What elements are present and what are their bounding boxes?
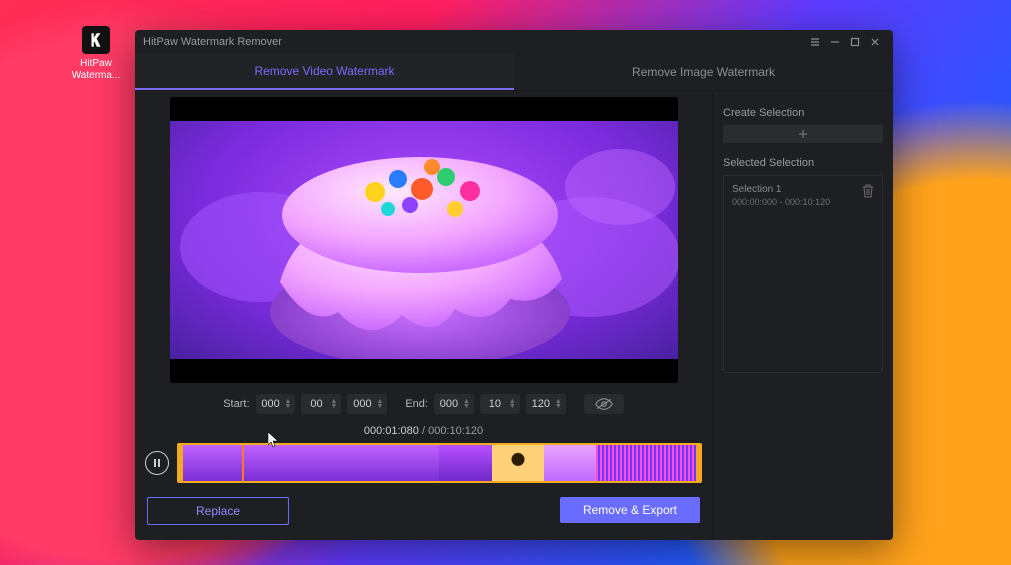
mode-tabs: Remove Video Watermark Remove Image Wate… [135,54,893,91]
selected-selection-title: Selected Selection [723,157,883,169]
time-range-controls: Start: 000▲▼ 00▲▼ 000▲▼ End: 000▲▼ 10▲▼ … [135,387,712,421]
selection-range: 000:00:000 - 000:10:120 [732,196,830,208]
window-title: HitPaw Watermark Remover [143,36,282,48]
pause-button[interactable] [145,451,169,475]
minimize-icon[interactable] [825,32,845,52]
selection-item[interactable]: Selection 1 000:00:000 - 000:10:120 [732,184,874,208]
current-time: 000:01:080 [364,425,419,437]
create-selection-title: Create Selection [723,107,883,119]
toggle-visibility-icon[interactable] [584,394,624,414]
start-ms-stepper[interactable]: 000▲▼ [347,394,387,414]
start-label: Start: [223,398,249,410]
app-icon [82,26,110,54]
selection-name: Selection 1 [732,184,830,196]
window-titlebar: HitPaw Watermark Remover [135,30,893,54]
close-icon[interactable] [865,32,885,52]
desktop-shortcut-hitpaw[interactable]: HitPaw Waterma... [68,26,124,82]
add-selection-button[interactable] [723,125,883,143]
total-time: 000:10:120 [428,425,483,437]
tab-remove-video-watermark[interactable]: Remove Video Watermark [135,54,514,90]
end-ms-stepper[interactable]: 120▲▼ [526,394,566,414]
playback-position: 000:01:080 / 000:10:120 [135,421,712,439]
trim-handle-left[interactable] [179,445,183,481]
video-preview[interactable] [170,97,678,383]
maximize-icon[interactable] [845,32,865,52]
desktop-shortcut-label: HitPaw Waterma... [68,58,124,82]
trim-handle-right[interactable] [696,445,700,481]
menu-icon[interactable] [805,32,825,52]
side-panel: Create Selection Selected Selection Sele… [712,91,893,540]
tab-remove-image-watermark[interactable]: Remove Image Watermark [514,54,893,90]
video-preview-area [135,91,712,387]
time-separator: / [419,425,428,437]
replace-button[interactable]: Replace [147,497,289,525]
main-panel: Start: 000▲▼ 00▲▼ 000▲▼ End: 000▲▼ 10▲▼ … [135,91,712,540]
desktop-background: HitPaw Waterma... HitPaw Watermark Remov… [0,0,1011,565]
app-window: HitPaw Watermark Remover Remove Video Wa… [135,30,893,540]
start-second-stepper[interactable]: 00▲▼ [301,394,341,414]
end-label: End: [405,398,428,410]
remove-export-button[interactable]: Remove & Export [560,497,700,523]
start-minute-stepper[interactable]: 000▲▼ [256,394,296,414]
timeline[interactable] [177,443,702,483]
playhead[interactable] [242,443,244,483]
selection-list: Selection 1 000:00:000 - 000:10:120 [723,175,883,373]
end-minute-stepper[interactable]: 000▲▼ [434,394,474,414]
end-second-stepper[interactable]: 10▲▼ [480,394,520,414]
trash-icon[interactable] [862,184,874,201]
